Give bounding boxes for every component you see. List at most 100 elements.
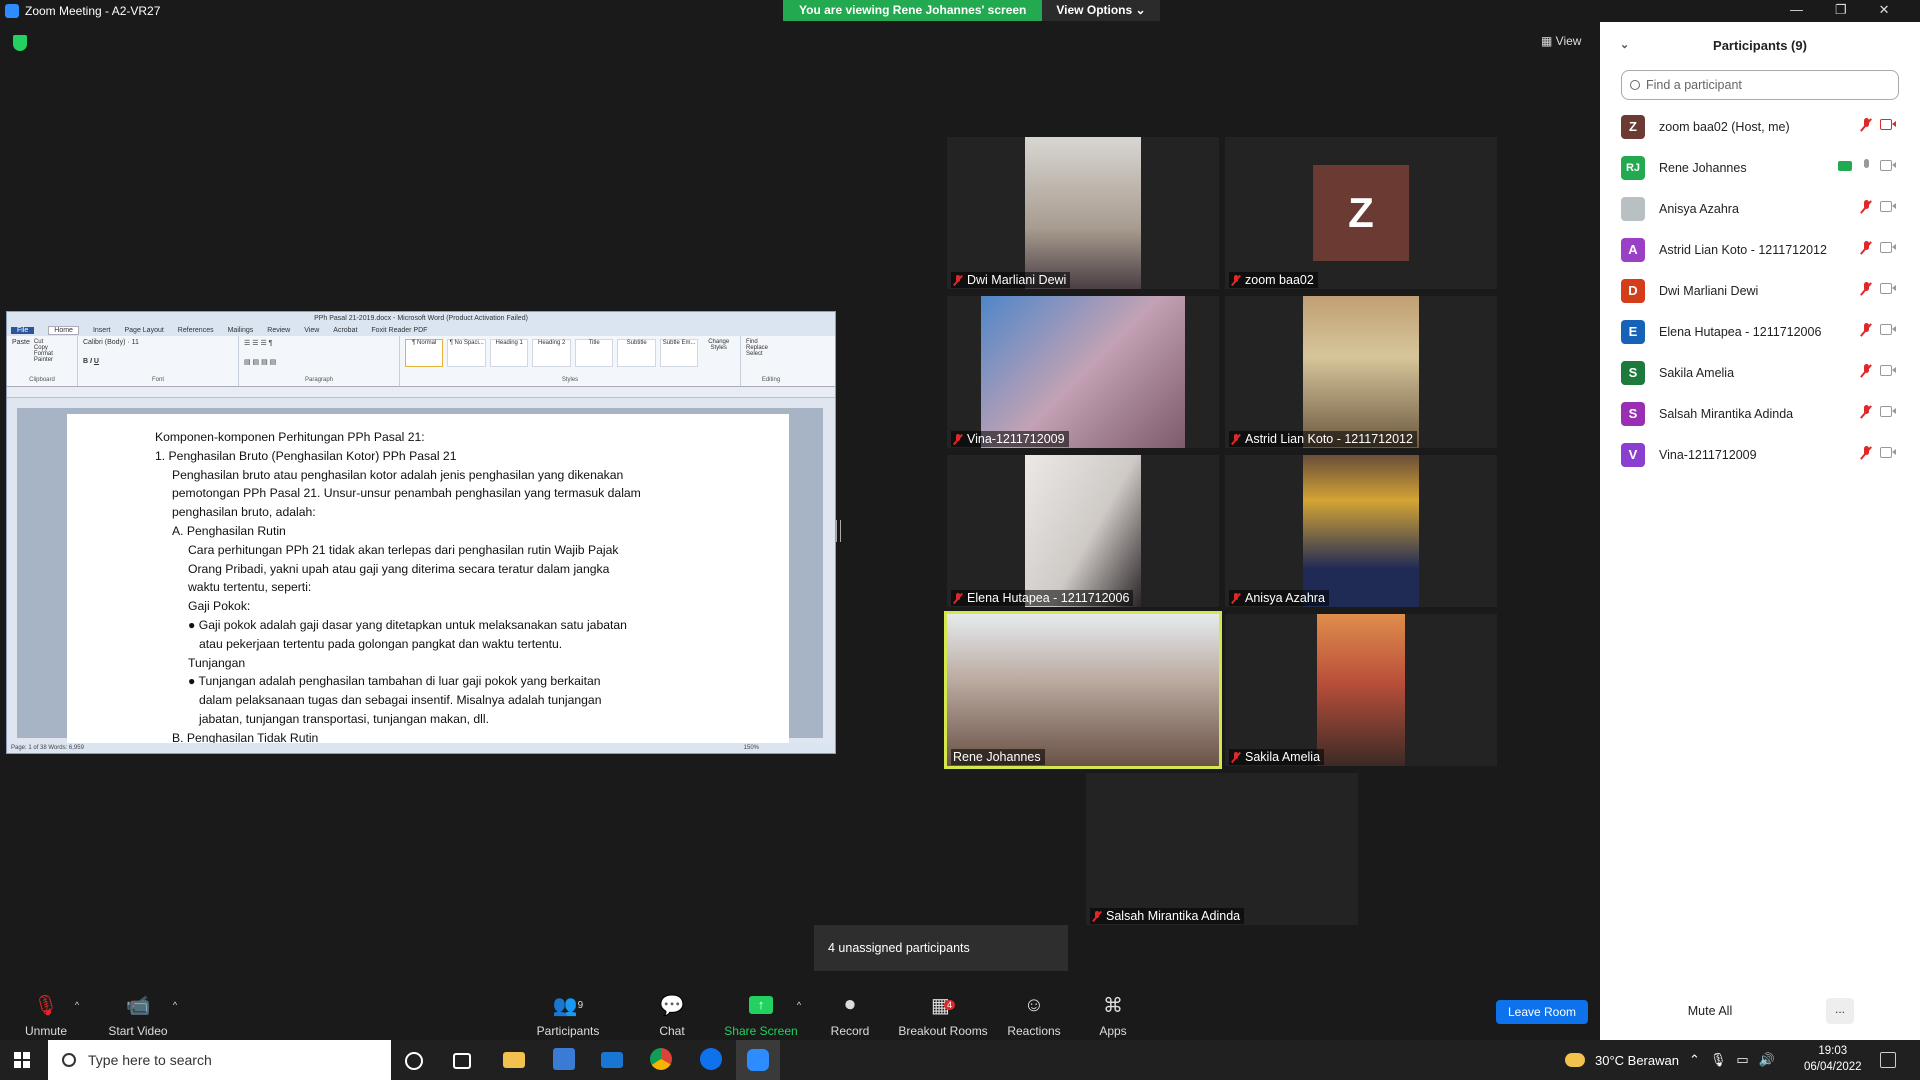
- video-tile[interactable]: Sakila Amelia: [1225, 614, 1497, 766]
- video-icon: [1880, 364, 1896, 376]
- participant-row[interactable]: Anisya Azahra: [1600, 188, 1920, 229]
- video-icon: [1880, 159, 1896, 171]
- more-options-button[interactable]: ...: [1826, 998, 1854, 1024]
- word-title-bar: PPh Pasal 21-2019.docx - Microsoft Word …: [7, 312, 835, 325]
- mic-muted-icon: 🎙: [33, 994, 59, 1017]
- clock-date: 06/04/2022: [1804, 1061, 1862, 1073]
- participant-row[interactable]: V Vina-1211712009: [1600, 434, 1920, 475]
- participant-row[interactable]: D Dwi Marliani Dewi: [1600, 270, 1920, 311]
- shared-screen-word-document: PPh Pasal 21-2019.docx - Microsoft Word …: [6, 311, 836, 754]
- tile-name: Salsah Mirantika Adinda: [1106, 909, 1241, 923]
- video-options-caret[interactable]: ^: [168, 978, 182, 1040]
- participant-row[interactable]: A Astrid Lian Koto - 1211712012: [1600, 229, 1920, 270]
- participant-row[interactable]: S Sakila Amelia: [1600, 352, 1920, 393]
- participant-row[interactable]: S Salsah Mirantika Adinda: [1600, 393, 1920, 434]
- window-controls: — ❐ ✕: [1790, 2, 1890, 18]
- word-ribbon: Paste Cut Copy Format Painter Clipboard …: [7, 336, 835, 387]
- chrome-icon[interactable]: [650, 1048, 672, 1070]
- video-tile[interactable]: Dwi Marliani Dewi: [947, 137, 1219, 289]
- chevron-down-icon[interactable]: ⌄: [1620, 38, 1629, 51]
- view-options-button[interactable]: View Options ⌄: [1042, 0, 1160, 21]
- microsoft-store-icon[interactable]: [553, 1048, 575, 1070]
- breakout-rooms-button[interactable]: ▦ 4 Breakout Rooms: [898, 978, 988, 1040]
- tile-name: Anisya Azahra: [1245, 591, 1325, 605]
- leave-room-button[interactable]: Leave Room: [1496, 1000, 1588, 1024]
- mic-muted-icon: [1860, 405, 1872, 419]
- chevron-up-icon[interactable]: ⌃: [1689, 1052, 1700, 1068]
- share-options-caret[interactable]: ^: [792, 978, 806, 1040]
- tile-name-label: Dwi Marliani Dewi: [951, 272, 1071, 288]
- task-view-icon[interactable]: [453, 1053, 471, 1069]
- start-video-label: Start Video: [108, 1024, 168, 1038]
- tile-name-label: zoom baa02: [1229, 272, 1318, 288]
- taskbar-search-box[interactable]: Type here to search: [48, 1040, 391, 1080]
- mute-all-button[interactable]: Mute All: [1655, 998, 1765, 1024]
- tile-name-label: Salsah Mirantika Adinda: [1090, 908, 1245, 924]
- word-change-styles: Change Styles: [708, 339, 730, 351]
- participants-button[interactable]: 👥 9 Participants: [532, 978, 604, 1040]
- participant-row[interactable]: RJ Rene Johannes: [1600, 147, 1920, 188]
- microphone-icon[interactable]: 🎙: [1710, 1052, 1727, 1068]
- unassigned-participants-notice[interactable]: 4 unassigned participants: [814, 925, 1068, 971]
- doc-line: ● Tunjangan adalah penghasilan tambahan …: [188, 674, 601, 688]
- taskbar-clock[interactable]: 19:03 06/04/2022: [1804, 1043, 1862, 1075]
- cortana-icon[interactable]: [405, 1052, 423, 1070]
- breakout-count-badge: 4: [943, 1000, 955, 1010]
- doc-line: 1. Penghasilan Bruto (Penghasilan Kotor)…: [155, 449, 457, 463]
- word-tab-file: File: [11, 327, 35, 334]
- window-title: Zoom Meeting - A2-VR27: [25, 4, 161, 18]
- video-tile-active-speaker[interactable]: Rene Johannes: [944, 611, 1222, 769]
- mail-icon[interactable]: [601, 1052, 623, 1068]
- chat-icon: 💬: [659, 994, 685, 1017]
- apps-button[interactable]: ⌘ Apps: [1096, 978, 1130, 1040]
- word-style-title: Title: [574, 339, 614, 367]
- video-tile[interactable]: Z zoom baa02: [1225, 137, 1497, 289]
- system-tray: 30°C Berawan ⌃ 🎙 ▭ 🔊: [1565, 1040, 1775, 1080]
- tile-name: Dwi Marliani Dewi: [967, 273, 1067, 287]
- maximize-button[interactable]: ❐: [1835, 2, 1847, 18]
- mic-muted-icon: [953, 274, 963, 286]
- start-video-button[interactable]: 📹 Start Video: [104, 978, 172, 1040]
- split-view-handle[interactable]: [836, 520, 841, 542]
- minimize-button[interactable]: —: [1790, 2, 1803, 18]
- video-tile[interactable]: Elena Hutapea - 1211712006: [947, 455, 1219, 607]
- word-zoom-level: 150%: [743, 745, 759, 751]
- video-tile[interactable]: Astrid Lian Koto - 1211712012: [1225, 296, 1497, 448]
- share-screen-label: Share Screen: [724, 1024, 798, 1038]
- participant-row[interactable]: Z zoom baa02 (Host, me): [1600, 106, 1920, 147]
- video-tile[interactable]: Vina-1211712009: [947, 296, 1219, 448]
- notification-icon[interactable]: [1880, 1052, 1896, 1068]
- word-paste: Paste: [12, 339, 30, 346]
- doc-line: Cara perhitungan PPh 21 tidak akan terle…: [188, 543, 619, 557]
- participant-video: [1303, 296, 1419, 448]
- share-screen-button[interactable]: ↑ Share Screen: [724, 978, 798, 1040]
- word-style-heading2: Heading 2: [532, 339, 571, 367]
- windows-start-icon[interactable]: [14, 1052, 30, 1068]
- audio-options-caret[interactable]: ^: [70, 978, 84, 1040]
- clock-time: 19:03: [1818, 1045, 1848, 1057]
- doc-line: penghasilan bruto, adalah:: [172, 505, 316, 519]
- network-icon[interactable]: ▭: [1736, 1052, 1748, 1068]
- volume-icon[interactable]: 🔊: [1759, 1052, 1775, 1068]
- mic-muted-icon: [1860, 200, 1872, 214]
- weather-text[interactable]: 30°C Berawan: [1595, 1053, 1679, 1068]
- participant-name: Salsah Mirantika Adinda: [1659, 406, 1794, 421]
- shield-icon[interactable]: [13, 35, 27, 51]
- avatar: S: [1621, 360, 1645, 385]
- view-layout-button[interactable]: ▦ View: [1541, 34, 1581, 48]
- video-tile[interactable]: Anisya Azahra: [1225, 455, 1497, 607]
- record-button[interactable]: ⏺ Record: [828, 978, 872, 1040]
- participant-name: Anisya Azahra: [1659, 201, 1739, 216]
- find-participant-input[interactable]: Find a participant: [1621, 70, 1899, 100]
- zoom-taskbar-button[interactable]: [736, 1040, 780, 1080]
- chat-button[interactable]: 💬 Chat: [652, 978, 692, 1040]
- participant-name: Sakila Amelia: [1659, 365, 1735, 380]
- unmute-button[interactable]: 🎙 Unmute: [16, 978, 76, 1040]
- participant-row[interactable]: E Elena Hutapea - 1211712006: [1600, 311, 1920, 352]
- video-tile[interactable]: Salsah Mirantika Adinda: [1086, 773, 1358, 925]
- reactions-button[interactable]: ☺ Reactions: [1006, 978, 1062, 1040]
- mic-muted-icon: [953, 592, 963, 604]
- close-button[interactable]: ✕: [1879, 2, 1890, 18]
- teamviewer-icon[interactable]: [700, 1048, 722, 1070]
- file-explorer-icon[interactable]: [503, 1052, 525, 1068]
